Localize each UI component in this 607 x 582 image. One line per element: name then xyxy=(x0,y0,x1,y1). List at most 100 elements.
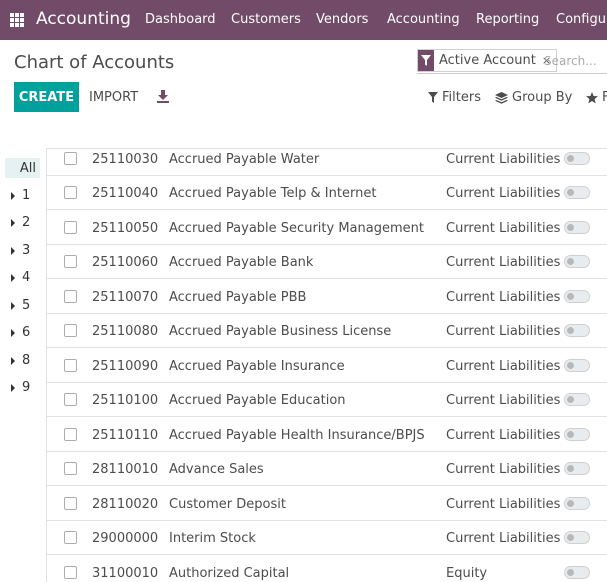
active-toggle[interactable] xyxy=(564,428,590,441)
app-name[interactable]: Accounting xyxy=(36,9,131,29)
row-checkbox[interactable] xyxy=(64,428,77,441)
row-checkbox[interactable] xyxy=(64,497,77,510)
account-code: 28110010 xyxy=(92,462,159,477)
account-code: 28110020 xyxy=(92,497,159,512)
table-row[interactable]: 25110090 Accrued Payable Insurance Curre… xyxy=(47,349,607,383)
account-code: 25110080 xyxy=(92,324,159,339)
active-toggle[interactable] xyxy=(564,359,590,372)
row-checkbox[interactable] xyxy=(64,186,77,199)
active-toggle[interactable] xyxy=(564,566,590,579)
star-icon xyxy=(586,91,598,103)
table-row[interactable]: 25110030 Accrued Payable Water Current L… xyxy=(47,142,607,176)
account-type: Current Liabilities xyxy=(446,186,561,201)
account-code: 31100010 xyxy=(92,566,159,581)
row-checkbox[interactable] xyxy=(64,462,77,475)
row-checkbox[interactable] xyxy=(64,324,77,337)
account-name: Accrued Payable Health Insurance/BPJS xyxy=(169,428,425,443)
table-row[interactable]: 25110110 Accrued Payable Health Insuranc… xyxy=(47,418,607,452)
row-checkbox[interactable] xyxy=(64,152,77,165)
account-type: Current Liabilities xyxy=(446,531,561,546)
row-checkbox[interactable] xyxy=(64,221,77,234)
side-item-label: 4 xyxy=(22,270,31,285)
active-toggle[interactable] xyxy=(564,221,590,234)
table-row[interactable]: 25110040 Accrued Payable Telp & Internet… xyxy=(47,176,607,210)
side-item-label: 5 xyxy=(22,298,31,313)
active-toggle[interactable] xyxy=(564,290,590,303)
table-row[interactable]: 25110100 Accrued Payable Education Curre… xyxy=(47,383,607,417)
row-checkbox[interactable] xyxy=(64,255,77,268)
account-type: Current Liabilities xyxy=(446,393,561,408)
download-icon[interactable] xyxy=(156,88,170,103)
side-item-2[interactable]: 2 xyxy=(11,215,30,230)
side-item-6[interactable]: 6 xyxy=(11,325,30,340)
table-row[interactable]: 25110050 Accrued Payable Security Manage… xyxy=(47,211,607,245)
row-checkbox[interactable] xyxy=(64,566,77,579)
account-name: Accrued Payable Education xyxy=(169,393,346,408)
active-toggle[interactable] xyxy=(564,324,590,337)
import-button[interactable]: IMPORT xyxy=(89,90,138,105)
side-item-1[interactable]: 1 xyxy=(11,188,30,203)
search-underline xyxy=(417,73,607,74)
group-by-button[interactable]: Group By xyxy=(495,90,572,105)
account-code: 25110110 xyxy=(92,428,159,443)
table-row[interactable]: 25110080 Accrued Payable Business Licens… xyxy=(47,314,607,348)
table-row[interactable]: 25110070 Accrued Payable PBB Current Lia… xyxy=(47,280,607,314)
active-toggle[interactable] xyxy=(564,152,590,165)
active-toggle[interactable] xyxy=(564,255,590,268)
caret-right-icon xyxy=(11,383,15,392)
account-name: Customer Deposit xyxy=(169,497,286,512)
account-type: Current Liabilities xyxy=(446,221,561,236)
active-toggle[interactable] xyxy=(564,497,590,510)
active-toggle[interactable] xyxy=(564,186,590,199)
account-type: Equity xyxy=(446,566,488,581)
favorites-button[interactable]: F xyxy=(586,90,607,105)
side-item-3[interactable]: 3 xyxy=(11,243,30,258)
side-item-all[interactable]: All xyxy=(5,158,40,178)
side-item-label: 9 xyxy=(22,380,31,395)
side-item-8[interactable]: 8 xyxy=(11,353,30,368)
account-name: Accrued Payable Telp & Internet xyxy=(169,186,377,201)
table-row[interactable]: 31100010 Authorized Capital Equity xyxy=(47,556,607,582)
menu-configuration[interactable]: Configur xyxy=(556,12,607,27)
row-checkbox[interactable] xyxy=(64,359,77,372)
row-checkbox[interactable] xyxy=(64,393,77,406)
account-code: 25110100 xyxy=(92,393,159,408)
table-row[interactable]: 28110010 Advance Sales Current Liabiliti… xyxy=(47,452,607,486)
side-item-5[interactable]: 5 xyxy=(11,298,30,313)
row-checkbox[interactable] xyxy=(64,290,77,303)
group-by-label: Group By xyxy=(512,90,573,105)
account-name: Accrued Payable Business License xyxy=(169,324,392,339)
side-item-4[interactable]: 4 xyxy=(11,270,30,285)
caret-right-icon xyxy=(11,273,15,282)
account-code: 25110060 xyxy=(92,255,159,270)
apps-grid-icon[interactable] xyxy=(10,13,24,27)
account-code: 25110070 xyxy=(92,290,159,305)
account-code: 25110090 xyxy=(92,359,159,374)
create-button[interactable]: CREATE xyxy=(14,82,79,112)
table-row[interactable]: 25110060 Accrued Payable Bank Current Li… xyxy=(47,245,607,279)
favorites-label: F xyxy=(602,90,607,105)
menu-customers[interactable]: Customers xyxy=(231,12,301,27)
account-name: Accrued Payable PBB xyxy=(169,290,307,305)
account-name: Accrued Payable Bank xyxy=(169,255,314,270)
account-name: Advance Sales xyxy=(169,462,264,477)
row-checkbox[interactable] xyxy=(64,531,77,544)
active-toggle[interactable] xyxy=(564,462,590,475)
menu-vendors[interactable]: Vendors xyxy=(316,12,368,27)
side-item-label: 8 xyxy=(22,353,31,368)
caret-right-icon xyxy=(11,301,15,310)
account-type: Current Liabilities xyxy=(446,290,561,305)
search-facet: Active Account × xyxy=(417,49,558,72)
active-toggle[interactable] xyxy=(564,393,590,406)
menu-dashboard[interactable]: Dashboard xyxy=(145,12,216,27)
search-input[interactable] xyxy=(544,50,607,72)
menu-reporting[interactable]: Reporting xyxy=(476,12,539,27)
filters-button[interactable]: Filters xyxy=(428,90,481,105)
table-row[interactable]: 28110020 Customer Deposit Current Liabil… xyxy=(47,487,607,521)
account-type: Current Liabilities xyxy=(446,497,561,512)
side-item-9[interactable]: 9 xyxy=(11,380,30,395)
table-row[interactable]: 29000000 Interim Stock Current Liabiliti… xyxy=(47,521,607,555)
side-item-label: 3 xyxy=(22,243,31,258)
active-toggle[interactable] xyxy=(564,531,590,544)
menu-accounting[interactable]: Accounting xyxy=(387,12,460,27)
